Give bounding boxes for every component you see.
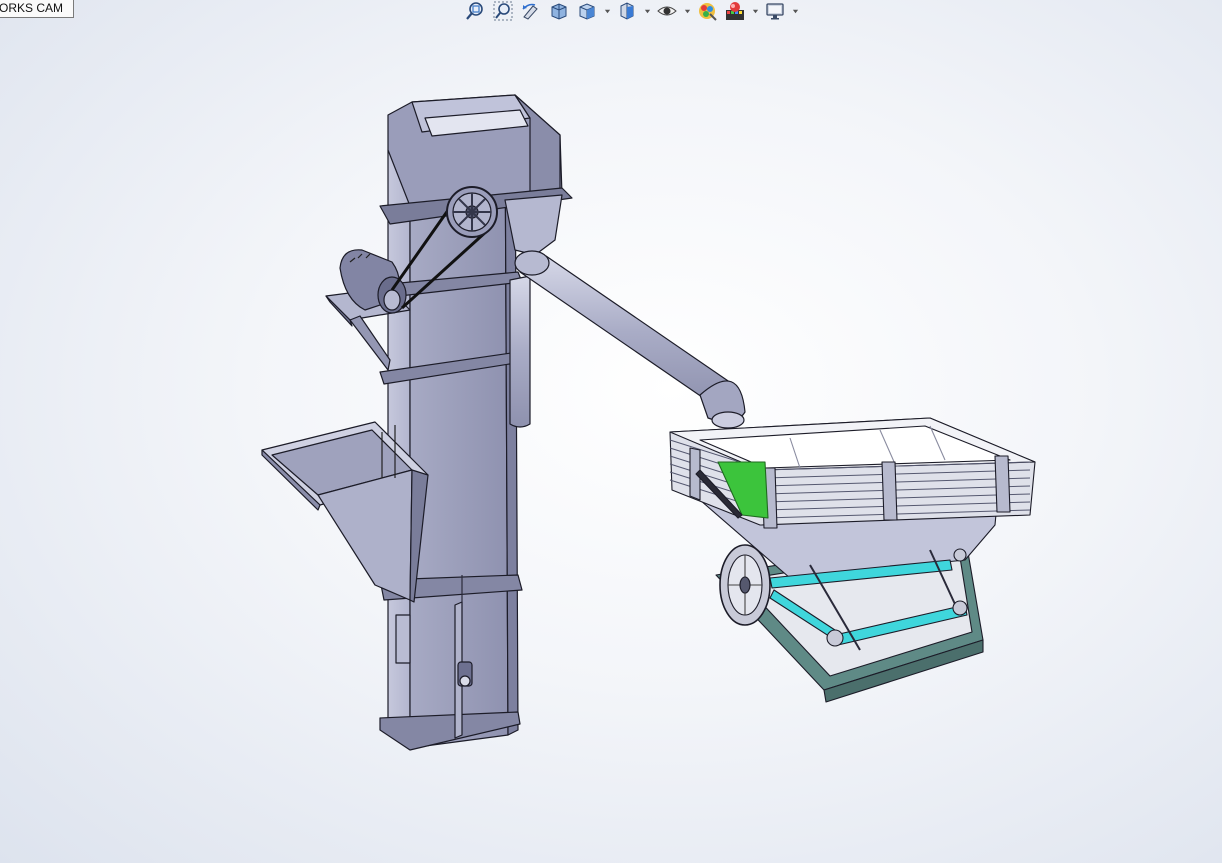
graphics-area[interactable] bbox=[0, 0, 1222, 863]
bucket-elevator[interactable] bbox=[261, 94, 746, 751]
vibrating-screen[interactable] bbox=[669, 417, 1036, 703]
